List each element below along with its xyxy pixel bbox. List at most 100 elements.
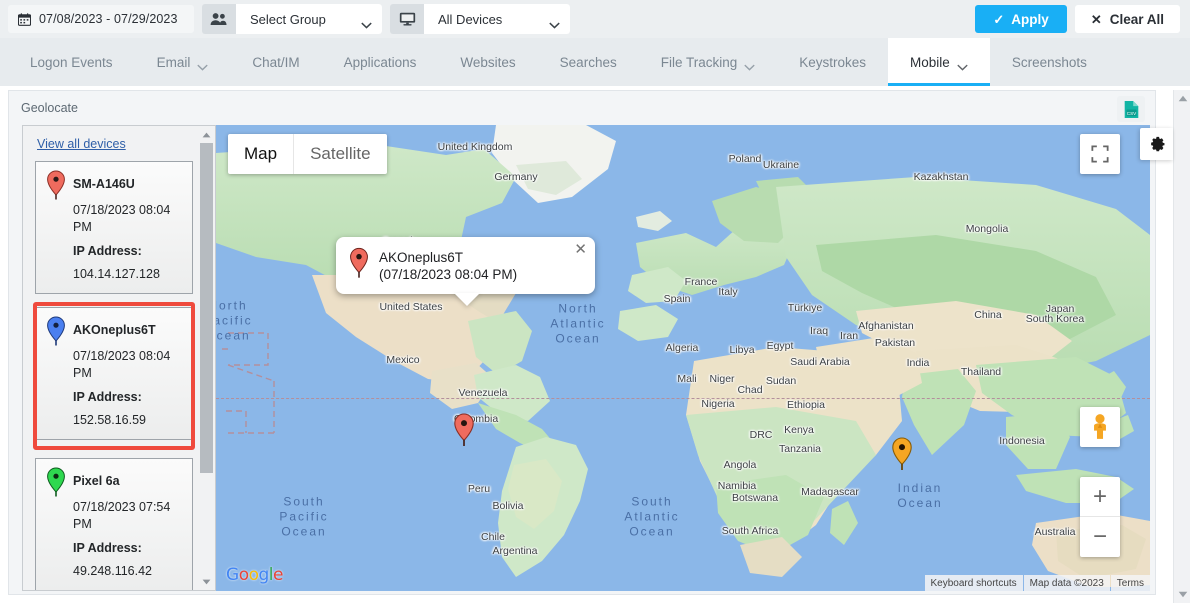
chevron-down-icon xyxy=(197,59,209,71)
tab-label: Screenshots xyxy=(1011,54,1087,70)
page-title: Geolocate xyxy=(21,101,78,115)
clear-all-button[interactable]: ✕ Clear All xyxy=(1074,5,1180,33)
device-card-pixel-6a[interactable]: Pixel 6a 07/18/2023 07:54 PM IP Address:… xyxy=(35,458,193,590)
tab-searches[interactable]: Searches xyxy=(538,38,639,86)
device-select[interactable]: All Devices xyxy=(424,4,570,34)
svg-text:CSV: CSV xyxy=(1126,110,1136,115)
device-card-list: SM-A146U 07/18/2023 08:04 PM IP Address:… xyxy=(35,161,193,590)
fullscreen-icon[interactable] xyxy=(1080,134,1120,174)
keyboard-shortcuts-link[interactable]: Keyboard shortcuts xyxy=(924,575,1023,591)
check-icon: ✓ xyxy=(993,11,1005,27)
ip-address-label: IP Address: xyxy=(73,541,142,555)
chevron-down-icon xyxy=(744,59,755,71)
geolocate-panel: Geolocate CSV View all devices SM-A146U … xyxy=(8,90,1156,595)
tab-label: Websites xyxy=(460,54,516,70)
caret-up-icon[interactable] xyxy=(199,127,214,142)
tab-chat-im[interactable]: Chat/IM xyxy=(230,38,321,86)
info-window-subtitle: (07/18/2023 08:04 PM) xyxy=(379,266,518,282)
tab-file-tracking[interactable]: File Tracking xyxy=(639,38,778,86)
tab-bar: Logon Events Email Chat/IM Applications … xyxy=(0,38,1190,86)
tab-mobile[interactable]: Mobile xyxy=(888,38,990,86)
pacific-boundary xyxy=(222,332,275,434)
equator-line xyxy=(216,398,1150,399)
close-icon: ✕ xyxy=(1090,11,1102,27)
device-timestamp: 07/18/2023 07:54 PM xyxy=(73,500,171,531)
geolocate-map[interactable]: IcelandFinlandSwedenNorwayRussiaUnited K… xyxy=(216,125,1150,591)
sidebar-scrollbar-thumb[interactable] xyxy=(200,143,213,473)
tab-applications[interactable]: Applications xyxy=(322,38,439,86)
filter-bar: 07/08/2023 - 07/29/2023 Select Group All… xyxy=(0,0,1190,38)
device-name: Pixel 6a xyxy=(73,474,120,488)
map-type-map-button[interactable]: Map xyxy=(228,134,293,174)
tab-email[interactable]: Email xyxy=(135,38,231,86)
tab-screenshots[interactable]: Screenshots xyxy=(990,38,1109,86)
device-name: AKOneplus6T xyxy=(73,323,156,337)
monitor-icon xyxy=(390,4,424,34)
ip-address-value: 49.248.116.42 xyxy=(73,564,153,578)
device-card-akoneplus6t[interactable]: AKOneplus6T 07/18/2023 08:04 PM IP Addre… xyxy=(35,307,193,440)
tab-keystrokes[interactable]: Keystrokes xyxy=(777,38,888,86)
zoom-out-button[interactable]: − xyxy=(1080,517,1120,557)
ip-address-value: 104.14.127.128 xyxy=(73,267,160,281)
view-all-devices-link[interactable]: View all devices xyxy=(37,137,126,151)
pegman-icon[interactable] xyxy=(1080,407,1120,447)
caret-up-icon[interactable] xyxy=(1174,90,1190,107)
terms-link[interactable]: Terms xyxy=(1110,575,1150,591)
apply-button[interactable]: ✓ Apply xyxy=(975,5,1067,33)
zoom-in-button[interactable]: + xyxy=(1080,477,1120,517)
page-scrollbar[interactable] xyxy=(1173,90,1190,603)
map-type-satellite-button[interactable]: Satellite xyxy=(293,134,386,174)
group-filter[interactable]: Select Group xyxy=(202,4,382,34)
tab-label: File Tracking xyxy=(660,54,738,70)
tab-label: Mobile xyxy=(910,54,950,70)
device-select-value: All Devices xyxy=(438,11,503,27)
chevron-down-icon xyxy=(361,16,372,29)
tab-label: Email xyxy=(156,54,191,70)
close-icon[interactable]: ✕ xyxy=(574,242,587,257)
device-card-sm-a146u[interactable]: SM-A146U 07/18/2023 08:04 PM IP Address:… xyxy=(35,161,193,294)
date-range-picker[interactable]: 07/08/2023 - 07/29/2023 xyxy=(8,5,194,33)
map-info-window[interactable]: AKOneplus6T (07/18/2023 08:04 PM) ✕ xyxy=(336,237,595,294)
map-data-text: Map data ©2023 xyxy=(1023,575,1110,591)
csv-export-icon[interactable]: CSV xyxy=(1117,96,1145,122)
map-type-control: Map Satellite xyxy=(228,134,387,174)
map-pin-icon xyxy=(45,467,67,497)
people-icon xyxy=(202,4,236,34)
app-root: 07/08/2023 - 07/29/2023 Select Group All… xyxy=(0,0,1190,603)
caret-down-icon[interactable] xyxy=(199,574,214,589)
google-logo: Google xyxy=(226,565,283,585)
device-timestamp: 07/18/2023 08:04 PM xyxy=(73,203,171,234)
map-pin-icon xyxy=(45,316,67,346)
device-card-header: Pixel 6a xyxy=(45,467,183,497)
world-landmass xyxy=(216,125,1150,591)
map-pin-icon xyxy=(45,170,67,200)
group-select[interactable]: Select Group xyxy=(236,4,382,34)
clear-all-button-label: Clear All xyxy=(1109,11,1164,27)
info-window-texts: AKOneplus6T (07/18/2023 08:04 PM) xyxy=(379,250,517,282)
map-attribution: Keyboard shortcuts Map data ©2023 Terms xyxy=(924,575,1150,591)
sidebar-scrollbar[interactable] xyxy=(199,127,214,589)
group-select-value: Select Group xyxy=(250,11,326,27)
device-card-header: AKOneplus6T xyxy=(45,316,183,346)
calendar-icon xyxy=(18,12,31,26)
date-range-value: 07/08/2023 - 07/29/2023 xyxy=(39,12,178,26)
tab-label: Applications xyxy=(343,54,417,70)
info-window-title: AKOneplus6T xyxy=(379,249,464,265)
ip-address-value: 152.58.16.59 xyxy=(73,413,146,427)
chevron-down-icon xyxy=(957,59,968,71)
map-marker-us[interactable] xyxy=(452,413,476,447)
zoom-control: + − xyxy=(1080,477,1120,557)
ip-address-label: IP Address: xyxy=(73,244,142,258)
gear-icon[interactable] xyxy=(1140,128,1173,160)
chevron-down-icon xyxy=(549,16,560,29)
device-filter[interactable]: All Devices xyxy=(390,4,570,34)
tab-label: Logon Events xyxy=(30,54,113,70)
tab-logon-events[interactable]: Logon Events xyxy=(8,38,135,86)
map-marker-india[interactable] xyxy=(890,437,914,471)
device-card-header: SM-A146U xyxy=(45,170,183,200)
ip-address-label: IP Address: xyxy=(73,390,142,404)
caret-down-icon[interactable] xyxy=(1174,586,1190,603)
apply-button-label: Apply xyxy=(1011,11,1049,27)
tab-websites[interactable]: Websites xyxy=(438,38,537,86)
map-canvas: IcelandFinlandSwedenNorwayRussiaUnited K… xyxy=(216,125,1150,591)
